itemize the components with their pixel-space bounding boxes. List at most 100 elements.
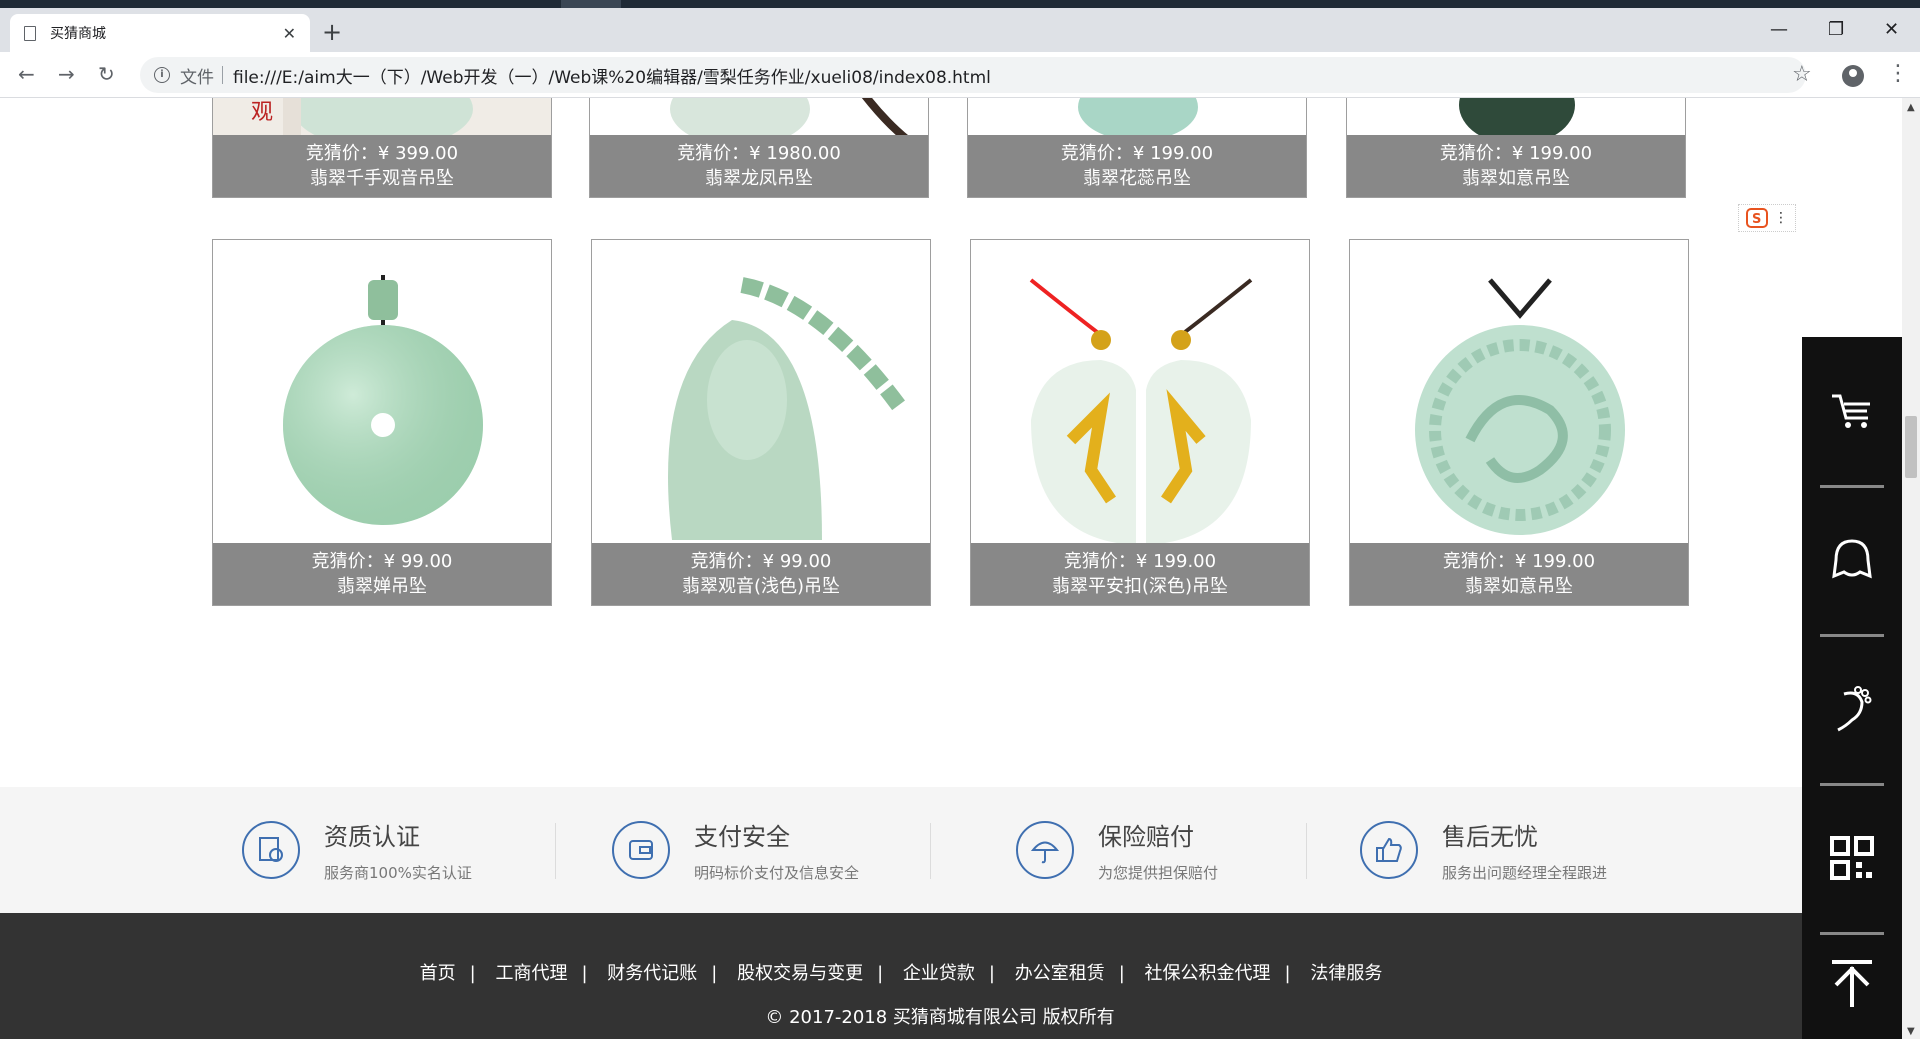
product-card[interactable]: 竞猜价：¥ 199.00 翡翠如意吊坠	[1346, 98, 1686, 198]
feature-divider	[1306, 823, 1307, 879]
page-scrollbar[interactable]: ▲ ▼	[1902, 98, 1920, 1039]
window-close-icon[interactable]: ✕	[1884, 20, 1899, 40]
back-arrow-icon[interactable]: ←	[18, 62, 35, 86]
service-features: 资质认证 服务商100%实名认证 支付安全 明码标价支付及信息安全 保险赔付 为…	[0, 787, 1902, 913]
restore-icon[interactable]: ❐	[1828, 20, 1844, 40]
product-name: 翡翠龙凤吊坠	[705, 168, 813, 189]
feature-title: 保险赔付	[1098, 823, 1194, 851]
page-icon	[24, 25, 36, 41]
umbrella-icon	[1016, 821, 1074, 879]
feature-divider	[930, 823, 931, 879]
certificate-icon	[242, 821, 300, 879]
product-name: 翡翠如意吊坠	[1465, 576, 1573, 597]
footer-link[interactable]: 财务代记账	[593, 963, 711, 984]
product-price: 竞猜价：¥ 199.00	[1439, 143, 1593, 164]
tab-title: 买猜商城	[50, 26, 106, 42]
scroll-down-icon[interactable]: ▼	[1907, 1026, 1915, 1037]
product-price: 竞猜价：¥ 99.00	[311, 551, 453, 572]
browser-tab[interactable]: 买猜商城 ✕	[10, 14, 310, 52]
product-card[interactable]: 竞猜价：¥ 99.00 翡翠观音(浅色)吊坠	[591, 239, 931, 606]
product-caption: 竞猜价：¥ 1980.00 翡翠龙凤吊坠	[590, 135, 928, 197]
footer-link-separator: |	[581, 963, 588, 984]
product-card[interactable]: 竞猜价：¥ 199.00 翡翠如意吊坠	[1349, 239, 1689, 606]
product-caption: 竞猜价：¥ 199.00 翡翠如意吊坠	[1347, 135, 1685, 197]
product-caption: 竞猜价：¥ 199.00 翡翠花蕊吊坠	[968, 135, 1306, 197]
product-caption: 竞猜价：¥ 399.00 翡翠千手观音吊坠	[213, 135, 551, 197]
footer-link[interactable]: 办公室租赁	[1001, 963, 1119, 984]
footer-nav: 首页 | 工商代理 | 财务代记账 | 股权交易与变更 | 企业贷款 | 办公室租赁 | 社…	[0, 959, 1802, 985]
feature-desc: 服务出问题经理全程跟进	[1442, 864, 1608, 882]
footer-link[interactable]: 企业贷款	[889, 963, 989, 984]
scroll-up-icon[interactable]: ▲	[1907, 102, 1915, 113]
footprint-icon[interactable]	[1802, 635, 1902, 783]
footer-link[interactable]: 法律服务	[1296, 963, 1396, 984]
info-icon[interactable]: i	[154, 67, 170, 83]
footer-link[interactable]: 股权交易与变更	[723, 963, 877, 984]
bookmark-star-icon[interactable]: ☆	[1792, 62, 1812, 87]
footer-link-separator: |	[1118, 963, 1125, 984]
tab-close-icon[interactable]: ✕	[283, 24, 296, 43]
menu-kebab-icon[interactable]: ⋮	[1887, 62, 1909, 86]
feature-item: 支付安全 明码标价支付及信息安全	[612, 787, 859, 913]
feature-desc: 服务商100%实名认证	[324, 864, 472, 882]
os-top-strip	[0, 0, 1920, 8]
svg-text:S: S	[1752, 212, 1761, 227]
copyright: © 2017-2018 买猜商城有限公司 版权所有	[765, 1007, 1115, 1028]
product-name: 翡翠花蕊吊坠	[1083, 168, 1191, 189]
product-name: 翡翠观音(浅色)吊坠	[681, 576, 841, 597]
feature-title: 资质认证	[324, 823, 420, 851]
product-caption: 竞猜价：¥ 99.00 翡翠婵吊坠	[213, 543, 551, 605]
footer-link-separator: |	[469, 963, 476, 984]
feature-divider	[555, 823, 556, 879]
feature-desc: 为您提供担保赔付	[1098, 864, 1219, 882]
site-footer: 首页 | 工商代理 | 财务代记账 | 股权交易与变更 | 企业贷款 | 办公室租赁 | 社…	[0, 913, 1902, 1039]
product-caption: 竞猜价：¥ 199.00 翡翠平安扣(深色)吊坠	[971, 543, 1309, 605]
chat-bubble-icon[interactable]	[1802, 486, 1902, 634]
product-price: 竞猜价：¥ 99.00	[690, 551, 832, 572]
footer-link-separator: |	[988, 963, 995, 984]
product-name: 翡翠婵吊坠	[337, 576, 427, 597]
minimize-icon[interactable]: —	[1770, 20, 1788, 40]
feature-item: 保险赔付 为您提供担保赔付	[1016, 787, 1218, 913]
product-price: 竞猜价：¥ 199.00	[1060, 143, 1214, 164]
thumbs-up-icon	[1360, 821, 1418, 879]
ime-badge[interactable]: S ⋮	[1738, 204, 1796, 232]
qr-code-icon[interactable]	[1802, 784, 1902, 932]
product-price: 竞猜价：¥ 199.00	[1063, 551, 1217, 572]
product-image	[1350, 240, 1688, 545]
url-text[interactable]: file:///E:/aim大一（下）/Web开发（一）/Web课%20编辑器/…	[233, 63, 991, 88]
reload-icon[interactable]: ↻	[98, 62, 115, 86]
browser-toolbar: ← → ↻ i 文件 file:///E:/aim大一（下）/Web开发（一）/…	[0, 52, 1920, 98]
product-card[interactable]: 竞猜价：¥ 1980.00 翡翠龙凤吊坠	[589, 98, 929, 198]
feature-title: 支付安全	[694, 823, 790, 851]
footer-link[interactable]: 首页	[406, 963, 470, 984]
feature-item: 售后无忧 服务出问题经理全程跟进	[1360, 787, 1607, 913]
product-card[interactable]: 竞猜价：¥ 199.00 翡翠平安扣(深色)吊坠	[970, 239, 1310, 606]
url-scheme-label: 文件	[180, 67, 214, 88]
forward-arrow-icon[interactable]: →	[58, 62, 75, 86]
svg-text:观: 观	[251, 100, 273, 125]
profile-avatar-icon[interactable]	[1842, 65, 1864, 87]
feature-item: 资质认证 服务商100%实名认证	[242, 787, 472, 913]
new-tab-icon[interactable]: +	[322, 20, 342, 44]
product-name: 翡翠平安扣(深色)吊坠	[1051, 576, 1229, 597]
product-card[interactable]: 竞猜价：¥ 199.00 翡翠花蕊吊坠	[967, 98, 1307, 198]
url-separator	[222, 66, 223, 84]
wallet-icon	[612, 821, 670, 879]
page-viewport: 观 音 竞猜价：¥ 399.00 翡翠千手观音吊坠 竞猜价：¥ 1980.00 …	[0, 98, 1902, 1039]
ime-menu-icon[interactable]: ⋮	[1774, 210, 1788, 226]
address-bar[interactable]: i 文件 file:///E:/aim大一（下）/Web开发（一）/Web课%2…	[140, 57, 1806, 93]
product-price: 竞猜价：¥ 1980.00	[677, 143, 841, 164]
footer-link[interactable]: 社保公积金代理	[1131, 963, 1285, 984]
back-to-top-icon[interactable]	[1802, 933, 1902, 1033]
product-card[interactable]: 观 音 竞猜价：¥ 399.00 翡翠千手观音吊坠	[212, 98, 552, 198]
footer-link[interactable]: 工商代理	[481, 963, 581, 984]
cart-icon[interactable]	[1802, 337, 1902, 485]
product-image	[213, 240, 551, 545]
scroll-thumb[interactable]	[1905, 416, 1917, 478]
product-name: 翡翠如意吊坠	[1462, 168, 1570, 189]
product-price: 竞猜价：¥ 399.00	[305, 143, 459, 164]
product-name: 翡翠千手观音吊坠	[310, 168, 454, 189]
product-card[interactable]: 竞猜价：¥ 99.00 翡翠婵吊坠	[212, 239, 552, 606]
footer-link-separator: |	[711, 963, 718, 984]
